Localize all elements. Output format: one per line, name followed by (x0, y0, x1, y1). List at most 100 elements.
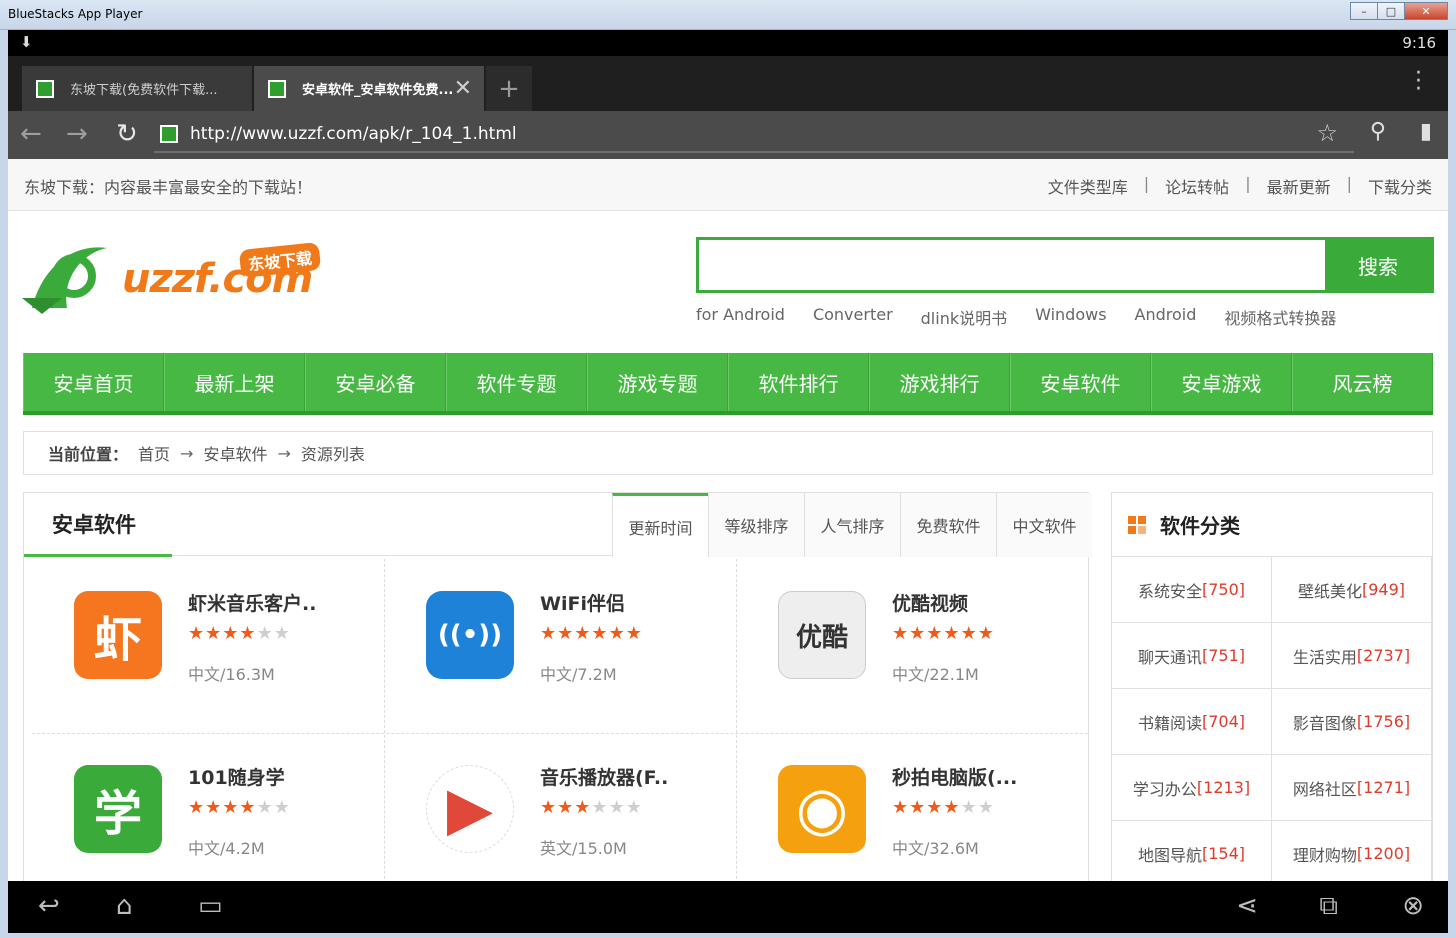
toplink-file-types[interactable]: 文件类型库 (1048, 174, 1128, 198)
app-name[interactable]: 虾米音乐客户.. (188, 589, 368, 616)
hotword-link[interactable]: dlink说明书 (921, 305, 1007, 329)
site-favicon-icon (160, 125, 178, 143)
back-icon[interactable]: ↩ (38, 891, 60, 921)
tab-close-icon[interactable]: ✕ (454, 76, 472, 101)
category-item[interactable]: 地图导航 [154] (1112, 821, 1272, 881)
recent-apps-icon[interactable]: ▭ (198, 891, 223, 921)
star-empty-icon: ★ (608, 797, 626, 818)
breadcrumb-arrow: → (180, 443, 194, 463)
close-button[interactable]: ✕ (1404, 2, 1448, 20)
window-controls: – □ ✕ (1350, 2, 1448, 20)
site-favicon-icon (36, 79, 54, 98)
wifi-icon[interactable]: ((•)) (426, 591, 514, 679)
site-logo[interactable]: uzzf.com 东坡下载 (22, 234, 342, 320)
url-bar[interactable]: http://www.uzzf.com/apk/r_104_1.html (154, 117, 1354, 153)
star-filled-icon: ★ (977, 623, 995, 644)
app-card[interactable]: 优酷 优酷视频 ★★★★★★ 中文/22.1M (736, 559, 1088, 733)
category-name: 学习办公 (1132, 779, 1197, 799)
category-item[interactable]: 影音图像 [1756] (1272, 689, 1432, 755)
app-card[interactable]: ((•)) WiFi伴侣 ★★★★★★ 中文/7.2M (384, 559, 736, 733)
app-name[interactable]: WiFi伴侣 (540, 589, 720, 616)
sort-tab-update-time[interactable]: 更新时间 (612, 493, 708, 557)
nav-top-chart[interactable]: 风云榜 (1292, 353, 1433, 411)
nav-new-arrivals[interactable]: 最新上架 (164, 353, 305, 411)
star-bookmark-icon[interactable]: ☆ (1316, 119, 1338, 147)
hotword-link[interactable]: Converter (813, 305, 893, 329)
sort-tab-chinese[interactable]: 中文软件 (996, 493, 1092, 557)
search-input[interactable] (699, 240, 1325, 290)
forward-arrow-icon[interactable]: → (66, 119, 88, 149)
hotword-link[interactable]: Windows (1035, 305, 1106, 329)
toplink-forum[interactable]: 论坛转帖 (1165, 174, 1229, 198)
nav-android-home[interactable]: 安卓首页 (23, 353, 164, 411)
play-icon[interactable]: ▶ (426, 765, 514, 853)
app-card[interactable]: 虾 虾米音乐客户.. ★★★★★★ 中文/16.3M (32, 559, 384, 733)
miaopai-icon[interactable]: ◉ (778, 765, 866, 853)
window-border-left (0, 30, 8, 933)
category-count: [751] (1201, 646, 1246, 665)
hotword-link[interactable]: 视频格式转换器 (1224, 305, 1336, 329)
hotword-link[interactable]: Android (1135, 305, 1197, 329)
overflow-menu-icon[interactable]: · · · (1415, 63, 1422, 101)
xiami-music-icon[interactable]: 虾 (74, 591, 162, 679)
app-name[interactable]: 优酷视频 (892, 589, 1072, 616)
android-nav-bar: ↩ ⌂ ▭ ⋖ ⧉ ⊗ (8, 881, 1448, 933)
window-mode-icon[interactable]: ⧉ (1319, 891, 1338, 922)
category-name: 网络社区 (1292, 779, 1357, 799)
app-card[interactable]: ▶ 音乐播放器(F.. ★★★★★★ 英文/15.0M (384, 733, 736, 881)
hotword-link[interactable]: for Android (696, 305, 785, 329)
search-button[interactable]: 搜索 (1325, 240, 1431, 290)
category-item[interactable]: 聊天通讯 [751] (1112, 623, 1272, 689)
nav-android-games[interactable]: 安卓游戏 (1151, 353, 1292, 411)
share-icon[interactable]: ⋖ (1236, 891, 1258, 921)
app-name[interactable]: 秒拍电脑版(... (892, 763, 1072, 790)
toplink-categories[interactable]: 下载分类 (1368, 174, 1432, 198)
url-text[interactable]: http://www.uzzf.com/apk/r_104_1.html (190, 124, 517, 144)
close-circle-icon[interactable]: ⊗ (1402, 891, 1424, 921)
reload-icon[interactable]: ↻ (116, 119, 138, 149)
breadcrumb-home[interactable]: 首页 (138, 441, 170, 465)
category-item[interactable]: 理财购物 [1200] (1272, 821, 1432, 881)
star-empty-icon: ★ (273, 623, 291, 644)
sort-tab-free[interactable]: 免费软件 (900, 493, 996, 557)
maximize-button[interactable]: □ (1377, 2, 1405, 20)
back-arrow-icon[interactable]: ← (20, 119, 42, 149)
app-card[interactable]: 学 101随身学 ★★★★★★ 中文/4.2M (32, 733, 384, 881)
nav-android-software[interactable]: 安卓软件 (1010, 353, 1151, 411)
category-name: 书籍阅读 (1137, 713, 1202, 733)
category-item[interactable]: 壁纸美化 [949] (1272, 557, 1432, 623)
search-icon[interactable]: ⚲ (1370, 119, 1386, 144)
sort-tab-rating[interactable]: 等级排序 (708, 493, 804, 557)
browser-tab-strip: 东坡下载(免费软件下载... 安卓软件_安卓软件免费... ✕ + · · · (8, 56, 1448, 111)
app-card[interactable]: ◉ 秒拍电脑版(... ★★★★★★ 中文/32.6M (736, 733, 1088, 881)
bookmarks-icon[interactable]: ▮ (1420, 119, 1432, 144)
category-count: [1756] (1356, 712, 1411, 731)
new-tab-button[interactable]: + (486, 66, 532, 111)
study-app-icon[interactable]: 学 (74, 765, 162, 853)
tab-android-software[interactable]: 安卓软件_安卓软件免费... ✕ (254, 66, 484, 111)
toplink-latest[interactable]: 最新更新 (1267, 174, 1331, 198)
sort-tab-popularity[interactable]: 人气排序 (804, 493, 900, 557)
nav-game-ranking[interactable]: 游戏排行 (869, 353, 1010, 411)
star-filled-icon: ★ (205, 797, 223, 818)
category-item[interactable]: 生活实用 [2737] (1272, 623, 1432, 689)
window-border-right (1448, 30, 1456, 933)
category-item[interactable]: 书籍阅读 [704] (1112, 689, 1272, 755)
app-name[interactable]: 101随身学 (188, 763, 368, 790)
nav-game-topics[interactable]: 游戏专题 (587, 353, 728, 411)
minimize-button[interactable]: – (1350, 2, 1378, 20)
star-empty-icon: ★ (625, 797, 643, 818)
category-item[interactable]: 学习办公 [1213] (1112, 755, 1272, 821)
category-item[interactable]: 网络社区 [1271] (1272, 755, 1432, 821)
star-filled-icon: ★ (608, 623, 626, 644)
nav-software-ranking[interactable]: 软件排行 (728, 353, 869, 411)
youku-icon[interactable]: 优酷 (778, 591, 866, 679)
home-icon[interactable]: ⌂ (116, 891, 133, 921)
category-name: 地图导航 (1137, 845, 1202, 865)
category-item[interactable]: 系统安全 [750] (1112, 557, 1272, 623)
nav-software-topics[interactable]: 软件专题 (446, 353, 587, 411)
tab-dongpo-home[interactable]: 东坡下载(免费软件下载... (22, 66, 252, 111)
nav-essentials[interactable]: 安卓必备 (305, 353, 446, 411)
breadcrumb-android-software[interactable]: 安卓软件 (203, 441, 267, 465)
app-name[interactable]: 音乐播放器(F.. (540, 763, 720, 790)
